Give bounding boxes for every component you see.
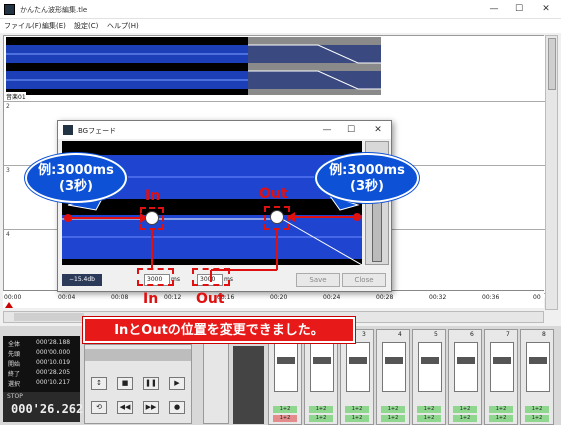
out-field-highlight: [192, 268, 230, 286]
in-field-highlight: [137, 268, 174, 286]
bubble-text: (3秒): [59, 179, 93, 194]
right-arrow-dot: [353, 213, 361, 221]
bubble-text: (3秒): [350, 179, 384, 194]
fade-out-handle[interactable]: [270, 210, 284, 224]
out-label-top: Out: [259, 186, 288, 202]
in-label-bottom: In: [143, 291, 159, 307]
bubble-text: 例:3000ms: [38, 163, 114, 178]
right-callout-bubble: 例:3000ms (3秒): [315, 153, 419, 203]
notice-banner: InとOutの位置を変更できました。: [83, 317, 355, 343]
in-label-top: In: [145, 188, 161, 204]
bubble-text: 例:3000ms: [329, 163, 405, 178]
out-label-bottom: Out: [196, 291, 225, 307]
left-arrow-dot: [64, 214, 72, 222]
left-callout-bubble: 例:3000ms (3秒): [25, 153, 127, 203]
fade-in-handle[interactable]: [145, 211, 159, 225]
